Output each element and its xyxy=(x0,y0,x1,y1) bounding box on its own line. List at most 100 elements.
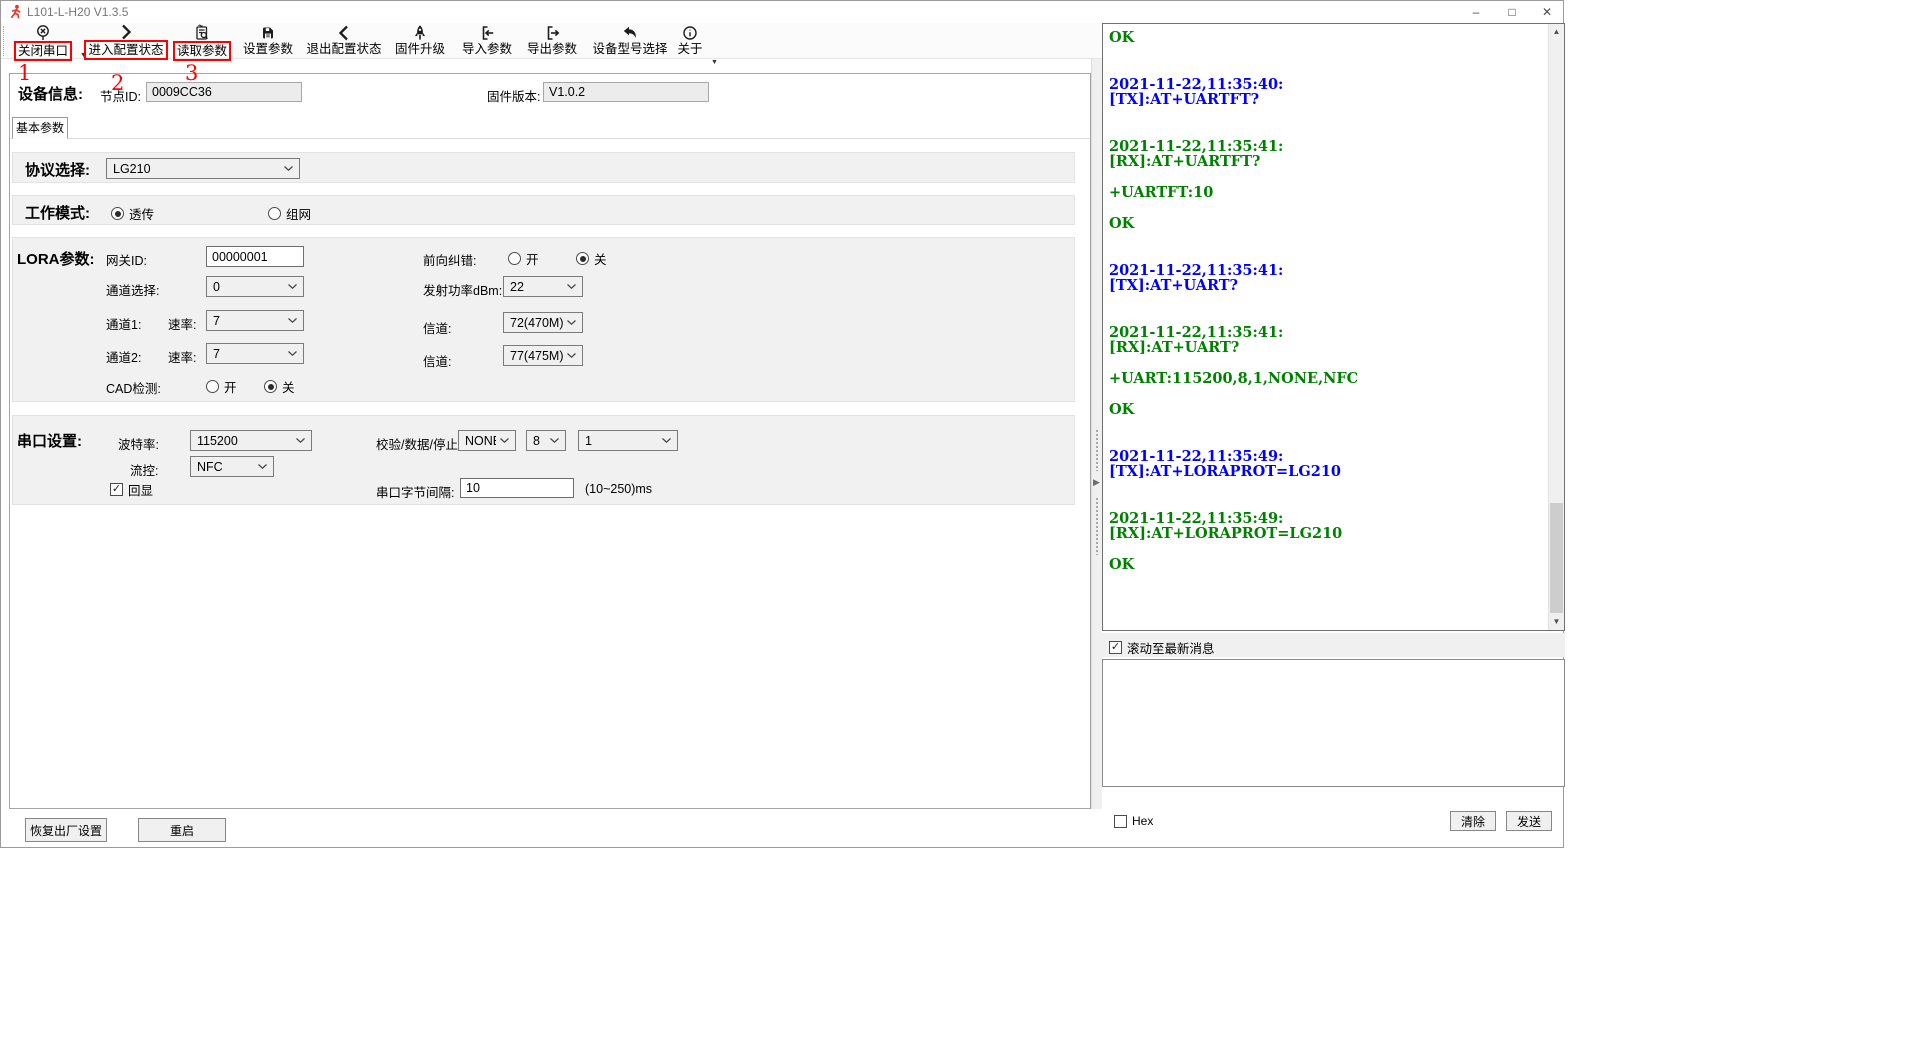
toolbar-button-about[interactable]: 关于 xyxy=(673,23,707,59)
panel-splitter[interactable]: ▶ xyxy=(1091,59,1102,809)
firmware-version-field[interactable]: V1.0.2 xyxy=(543,82,709,102)
log-line: 2021-11-22,11:35:49: xyxy=(1109,511,1546,527)
cad-label: CAD检测: xyxy=(106,378,161,397)
chevron-down-icon xyxy=(567,320,576,325)
toolbar-button-firmware-upgrade[interactable]: 固件升级 xyxy=(390,23,450,59)
chevron-down-icon xyxy=(288,318,297,323)
chevron-down-icon xyxy=(500,438,509,443)
config-panel: 设备信息: 节点ID: 0009CC36 固件版本: V1.0.2 基本参数 协… xyxy=(9,73,1091,809)
channel1-freq-label: 信道: xyxy=(423,318,451,337)
toolbar-button-export-params[interactable]: 导出参数 xyxy=(522,23,582,59)
protocol-select[interactable]: LG210 xyxy=(106,158,300,179)
log-line: 2021-11-22,11:35:40: xyxy=(1109,77,1546,93)
channel1-rate-dropdown[interactable]: 7 xyxy=(206,310,304,331)
send-input-area[interactable] xyxy=(1102,659,1565,787)
gateway-id-label: 网关ID: xyxy=(106,250,147,269)
toolbar-label-import-params: 导入参数 xyxy=(462,41,512,57)
radio-unselected-icon xyxy=(508,252,521,265)
parity-dropdown[interactable]: NONE xyxy=(458,430,516,451)
chevron-down-icon xyxy=(550,438,559,443)
work-mode-network-radio[interactable]: 组网 xyxy=(268,204,311,223)
byte-interval-label: 串口字节间隔: xyxy=(376,482,454,501)
chevron-left-icon xyxy=(337,24,351,41)
channel2-rate-dropdown[interactable]: 7 xyxy=(206,343,304,364)
scrollbar-thumb[interactable] xyxy=(1550,503,1563,613)
send-button[interactable]: 发送 xyxy=(1506,811,1552,831)
hex-checkbox[interactable]: Hex xyxy=(1114,814,1153,828)
stopbits-dropdown[interactable]: 1 xyxy=(578,430,678,451)
autoscroll-checkbox[interactable]: ✓ 滚动至最新消息 xyxy=(1109,638,1215,657)
chevron-down-icon xyxy=(662,438,671,443)
flow-control-label: 流控: xyxy=(130,460,158,479)
tab-strip-line xyxy=(10,138,1090,139)
tx-power-label: 发射功率dBm: xyxy=(423,280,502,299)
cad-on-radio[interactable]: 开 xyxy=(206,377,237,396)
toolbar-label-enter-config: 进入配置状态 xyxy=(84,40,167,60)
splitter-grip-dots xyxy=(1095,497,1099,555)
echo-checkbox[interactable]: ✓ 回显 xyxy=(110,480,153,499)
fec-label: 前向纠错: xyxy=(423,250,476,269)
log-blank-line xyxy=(1109,247,1546,263)
fec-on-radio[interactable]: 开 xyxy=(508,249,539,268)
toolbar-label-export-params: 导出参数 xyxy=(527,41,577,57)
about-dropdown-caret[interactable]: ▼ xyxy=(711,59,718,66)
log-line: OK xyxy=(1109,557,1546,573)
toolbar-button-read-params[interactable]: 读取参数 xyxy=(170,23,234,59)
channel-select-dropdown[interactable]: 0 xyxy=(206,276,304,297)
log-output-area[interactable]: OK 2021-11-22,11:35:40:[TX]:AT+UARTFT? 2… xyxy=(1102,23,1565,631)
radio-selected-icon xyxy=(264,380,277,393)
log-blank-line xyxy=(1109,433,1546,449)
splitter-collapse-arrow[interactable]: ▶ xyxy=(1093,477,1100,488)
minimize-button[interactable]: – xyxy=(1458,1,1494,23)
toolbar-label-read-params: 读取参数 xyxy=(173,41,231,61)
channel2-freq-dropdown[interactable]: 77(475M) xyxy=(503,345,583,366)
toolbar-button-set-params[interactable]: 设置参数 xyxy=(238,23,298,59)
log-line: +UART:115200,8,1,NONE,NFC xyxy=(1109,371,1546,387)
cad-off-radio[interactable]: 关 xyxy=(264,377,295,396)
work-mode-transparent-radio[interactable]: 透传 xyxy=(111,204,154,223)
databits-dropdown[interactable]: 8 xyxy=(526,430,566,451)
tab-basic-params[interactable]: 基本参数 xyxy=(12,117,68,139)
toolbar-button-enter-config[interactable]: 进入配置状态 xyxy=(84,23,168,59)
radio-selected-icon xyxy=(111,207,124,220)
checkbox-checked-icon: ✓ xyxy=(1109,641,1122,654)
toolbar-button-import-params[interactable]: 导入参数 xyxy=(457,23,517,59)
chevron-down-icon xyxy=(288,351,297,356)
tx-power-dropdown[interactable]: 22 xyxy=(503,276,583,297)
scroll-down-icon[interactable]: ▼ xyxy=(1549,614,1564,630)
log-line: [TX]:AT+LORAPROT=LG210 xyxy=(1109,464,1546,480)
toolbar-label-exit-config: 退出配置状态 xyxy=(306,41,381,57)
close-button[interactable]: ✕ xyxy=(1529,1,1565,23)
gateway-id-input[interactable]: 00000001 xyxy=(206,246,304,267)
toolbar-button-close-serial[interactable]: 关闭串口 xyxy=(6,23,80,59)
byte-interval-hint: (10~250)ms xyxy=(585,482,652,496)
log-blank-line xyxy=(1109,294,1546,310)
toolbar-button-device-model-select[interactable]: 设备型号选择 xyxy=(589,23,671,59)
log-line: +UARTFT:10 xyxy=(1109,185,1546,201)
toolbar-label-about: 关于 xyxy=(677,41,702,57)
app-window: L101-L-H20 V1.3.5 – □ ✕ 关闭串口 ▼ 进入配置状态 xyxy=(0,0,1564,848)
byte-interval-input[interactable]: 10 xyxy=(460,478,574,498)
log-blank-line xyxy=(1109,61,1546,77)
toolbar-gripper[interactable] xyxy=(3,26,4,56)
log-scrollbar[interactable]: ▲ ▼ xyxy=(1548,24,1564,630)
factory-reset-button[interactable]: 恢复出厂设置 xyxy=(25,818,107,842)
scroll-up-icon[interactable]: ▲ xyxy=(1549,24,1564,40)
baud-dropdown[interactable]: 115200 xyxy=(190,430,312,451)
log-line: [TX]:AT+UART? xyxy=(1109,278,1546,294)
firmware-version-label: 固件版本: xyxy=(487,86,540,105)
flow-control-dropdown[interactable]: NFC xyxy=(190,456,274,477)
log-line: [RX]:AT+UART? xyxy=(1109,340,1546,356)
titlebar: L101-L-H20 V1.3.5 – □ ✕ xyxy=(1,1,1563,23)
restart-button[interactable]: 重启 xyxy=(138,818,226,842)
channel1-freq-dropdown[interactable]: 72(470M) xyxy=(503,312,583,333)
clear-button[interactable]: 清除 xyxy=(1450,811,1496,831)
maximize-button[interactable]: □ xyxy=(1494,1,1530,23)
fec-off-radio[interactable]: 关 xyxy=(576,249,607,268)
radio-unselected-icon xyxy=(206,380,219,393)
checkbox-unchecked-icon xyxy=(1114,815,1127,828)
log-line: OK xyxy=(1109,216,1546,232)
toolbar-button-exit-config[interactable]: 退出配置状态 xyxy=(304,23,384,59)
node-id-field[interactable]: 0009CC36 xyxy=(146,82,302,102)
back-arrow-icon xyxy=(622,24,638,41)
